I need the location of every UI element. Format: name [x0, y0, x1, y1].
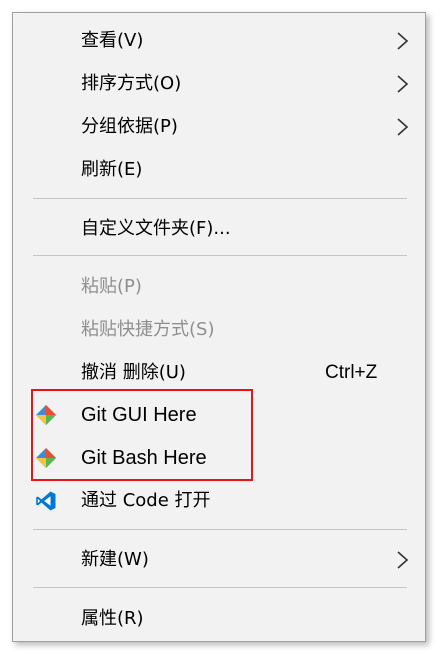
menu-item-properties[interactable]: 属性(R) [13, 599, 425, 639]
menu-item-git-gui-label: Git GUI Here [81, 404, 197, 426]
menu-item-paste-shortcut: 粘贴快捷方式(S) [13, 310, 425, 350]
menu-separator [33, 587, 407, 588]
menu-item-new[interactable]: 新建(W) [13, 540, 425, 580]
menu-item-refresh[interactable]: 刷新(E) [13, 150, 425, 190]
menu-item-paste: 粘贴(P) [13, 267, 425, 307]
menu-item-view[interactable]: 查看(V) [13, 21, 425, 61]
chevron-right-icon [397, 551, 409, 569]
git-icon [36, 448, 56, 468]
menu-item-paste-label: 粘贴(P) [81, 276, 142, 297]
menu-item-open-with-code[interactable]: 通过 Code 打开 [13, 481, 425, 521]
menu-separator [33, 255, 407, 256]
menu-item-view-label: 查看(V) [81, 30, 144, 51]
menu-item-undo-delete[interactable]: 撤消 删除(U) Ctrl+Z [13, 353, 425, 393]
context-menu: 查看(V) 排序方式(O) 分组依据(P) 刷新(E) 自定义文件夹(F)...… [12, 12, 426, 642]
vscode-icon [36, 491, 56, 511]
menu-item-customize-folder-label: 自定义文件夹(F)... [81, 218, 231, 239]
menu-item-git-bash-label: Git Bash Here [81, 447, 207, 469]
menu-separator [33, 529, 407, 530]
menu-item-git-gui[interactable]: Git GUI Here [13, 395, 425, 435]
menu-item-undo-delete-shortcut: Ctrl+Z [325, 362, 378, 383]
menu-item-sort[interactable]: 排序方式(O) [13, 64, 425, 104]
chevron-right-icon [397, 118, 409, 136]
menu-item-group[interactable]: 分组依据(P) [13, 107, 425, 147]
git-icon [36, 405, 56, 425]
menu-item-git-bash[interactable]: Git Bash Here [13, 438, 425, 478]
menu-item-new-label: 新建(W) [81, 549, 149, 570]
menu-item-group-label: 分组依据(P) [81, 116, 178, 137]
menu-item-properties-label: 属性(R) [81, 608, 144, 629]
chevron-right-icon [397, 75, 409, 93]
menu-item-customize-folder[interactable]: 自定义文件夹(F)... [13, 209, 425, 249]
menu-item-sort-label: 排序方式(O) [81, 73, 182, 94]
menu-item-open-with-code-label: 通过 Code 打开 [81, 490, 211, 511]
menu-item-refresh-label: 刷新(E) [81, 159, 143, 180]
chevron-right-icon [397, 32, 409, 50]
menu-item-paste-shortcut-label: 粘贴快捷方式(S) [81, 319, 215, 340]
menu-item-undo-delete-label: 撤消 删除(U) [81, 362, 186, 383]
menu-separator [33, 198, 407, 199]
